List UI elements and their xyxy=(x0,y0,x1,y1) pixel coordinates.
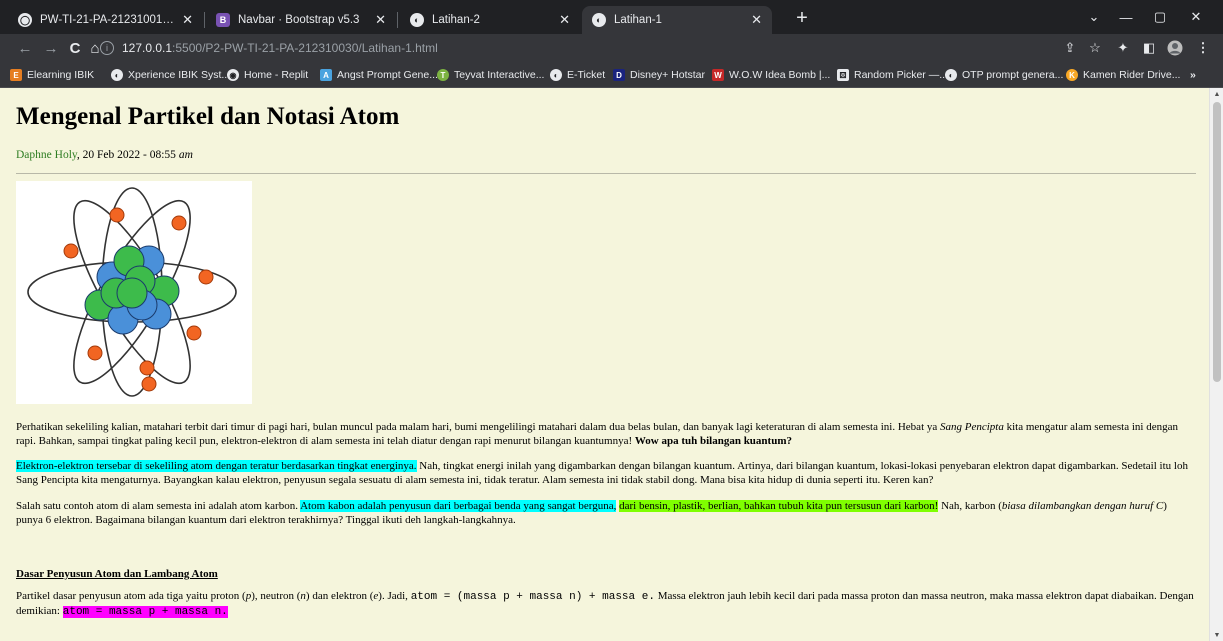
highlight-cyan: Elektron-elektron tersebar di sekeliling… xyxy=(16,460,417,472)
globe-icon: ◐ xyxy=(550,69,562,81)
teyvat-icon: T xyxy=(437,69,449,81)
formula-highlight: atom = massa p + massa n. xyxy=(62,605,228,618)
highlight-green: dari bensin, plastik, berlian, bahkan tu… xyxy=(619,500,939,512)
bookmarks-overflow-button[interactable]: » xyxy=(1190,66,1196,84)
close-icon[interactable]: ✕ xyxy=(182,12,193,28)
atom-diagram xyxy=(27,187,237,397)
tab-search-icon[interactable]: ⌄ xyxy=(1079,5,1109,29)
angst-icon: A xyxy=(320,69,332,81)
divider xyxy=(16,173,1196,174)
github-icon: ◯ xyxy=(18,13,32,27)
paragraph-intro: Perhatikan sekeliling kalian, matahari t… xyxy=(16,421,1178,447)
bookmark-eticket[interactable]: ◐ E-Ticket xyxy=(550,66,605,84)
menu-icon[interactable]: ⋮ xyxy=(1192,38,1214,58)
tab-bar: ◯ PW-TI-21-PA-212310019/Latihan ✕ B Navb… xyxy=(0,0,1223,34)
bootstrap-icon: B xyxy=(216,13,230,27)
atom-illustration xyxy=(16,181,252,404)
bookmark-disney[interactable]: D Disney+ Hotstar xyxy=(613,66,705,84)
bookmark-otp[interactable]: ◐ OTP prompt genera... xyxy=(945,66,1063,84)
vertical-scrollbar[interactable]: ▲ ▼ xyxy=(1209,88,1223,641)
page-title: Mengenal Partikel dan Notasi Atom xyxy=(16,103,400,130)
globe-icon: ◐ xyxy=(111,69,123,81)
dice-icon: ⚄ xyxy=(837,69,849,81)
highlight-cyan: Atom kabon adalah penyusun dari berbagai… xyxy=(300,500,617,512)
bookmark-random-picker[interactable]: ⚄ Random Picker —... xyxy=(837,66,948,84)
scroll-up-icon[interactable]: ▲ xyxy=(1210,88,1223,100)
star-icon[interactable]: ☆ xyxy=(1084,38,1106,58)
paragraph-particles: Partikel dasar penyusun atom ada tiga ya… xyxy=(16,590,1194,618)
extensions-icon[interactable]: ✦ xyxy=(1112,38,1134,58)
forward-button[interactable]: → xyxy=(40,37,62,59)
bookmark-xperience[interactable]: ◐ Xperience IBIK Syst... xyxy=(111,66,230,84)
replit-icon: ◉ xyxy=(227,69,239,81)
kamen-rider-icon: K xyxy=(1066,69,1078,81)
share-icon[interactable]: ⇪ xyxy=(1059,38,1081,58)
bookmark-kamen-rider[interactable]: K Kamen Rider Drive... xyxy=(1066,66,1180,84)
restore-button[interactable]: ▢ xyxy=(1145,5,1175,29)
url-host: 127.0.0.1 xyxy=(122,41,173,55)
paragraph-carbon: Salah satu contoh atom di alam semesta i… xyxy=(16,500,1167,526)
tab-latihan-1[interactable]: ◐ Latihan-1 ✕ xyxy=(582,6,772,34)
author-name: Daphne Holy xyxy=(16,149,77,161)
hotstar-icon: D xyxy=(613,69,625,81)
paragraph-electrons: Elektron-elektron tersebar di sekeliling… xyxy=(16,460,1188,486)
close-icon[interactable]: ✕ xyxy=(375,12,386,28)
tab-github[interactable]: ◯ PW-TI-21-PA-212310019/Latihan ✕ xyxy=(8,6,203,34)
back-button[interactable]: ← xyxy=(14,37,36,59)
scrollbar-thumb[interactable] xyxy=(1213,102,1221,382)
bookmark-wow[interactable]: W W.O.W Idea Bomb |... xyxy=(712,66,830,84)
tab-latihan-2[interactable]: ◐ Latihan-2 ✕ xyxy=(400,6,580,34)
address-bar[interactable]: i 127.0.0.1:5500/P2-PW-TI-21-PA-21231003… xyxy=(100,37,1048,59)
minimize-button[interactable]: — xyxy=(1111,5,1141,29)
close-icon[interactable]: ✕ xyxy=(751,12,762,28)
browser-toolbar: ← → C ⌂ i 127.0.0.1:5500/P2-PW-TI-21-PA-… xyxy=(0,34,1223,62)
bookmark-replit[interactable]: ◉ Home - Replit xyxy=(227,66,308,84)
publish-ampm: am xyxy=(178,149,193,161)
tab-divider xyxy=(397,12,398,28)
publish-date: , 20 Feb 2022 - 08:55 xyxy=(76,149,179,161)
url-path: :5500/P2-PW-TI-21-PA-212310030/Latihan-1… xyxy=(172,41,438,55)
new-tab-button[interactable]: + xyxy=(790,6,814,30)
globe-icon: ◐ xyxy=(592,13,606,27)
profile-avatar[interactable] xyxy=(1164,38,1186,58)
tab-bootstrap[interactable]: B Navbar · Bootstrap v5.3 ✕ xyxy=(206,6,396,34)
globe-icon: ◐ xyxy=(945,69,957,81)
elearning-icon: E xyxy=(10,69,22,81)
globe-icon: ◐ xyxy=(410,13,424,27)
info-icon[interactable]: i xyxy=(100,41,114,55)
page-viewport: Mengenal Partikel dan Notasi Atom Daphne… xyxy=(0,88,1223,641)
article-meta: Daphne Holy, 20 Feb 2022 - 08:55 am xyxy=(16,149,193,161)
wow-icon: W xyxy=(712,69,724,81)
tab-divider xyxy=(204,12,205,28)
browser-chrome: ◯ PW-TI-21-PA-212310019/Latihan ✕ B Navb… xyxy=(0,0,1223,88)
bookmark-teyvat[interactable]: T Teyvat Interactive... xyxy=(437,66,544,84)
close-icon[interactable]: ✕ xyxy=(559,12,570,28)
formula-code: atom = (massa p + massa n) + massa e. xyxy=(410,591,655,603)
scroll-down-icon[interactable]: ▼ xyxy=(1210,629,1223,641)
bookmark-angst[interactable]: A Angst Prompt Gene... xyxy=(320,66,438,84)
side-panel-icon[interactable]: ◧ xyxy=(1138,38,1160,58)
bookmarks-bar: E Elearning IBIK ◐ Xperience IBIK Syst... … xyxy=(0,62,1223,88)
close-window-button[interactable]: ✕ xyxy=(1181,5,1211,29)
bookmark-elearning[interactable]: E Elearning IBIK xyxy=(10,66,94,84)
section-heading: Dasar Penyusun Atom dan Lambang Atom xyxy=(16,568,218,580)
reload-button[interactable]: C xyxy=(64,37,86,59)
